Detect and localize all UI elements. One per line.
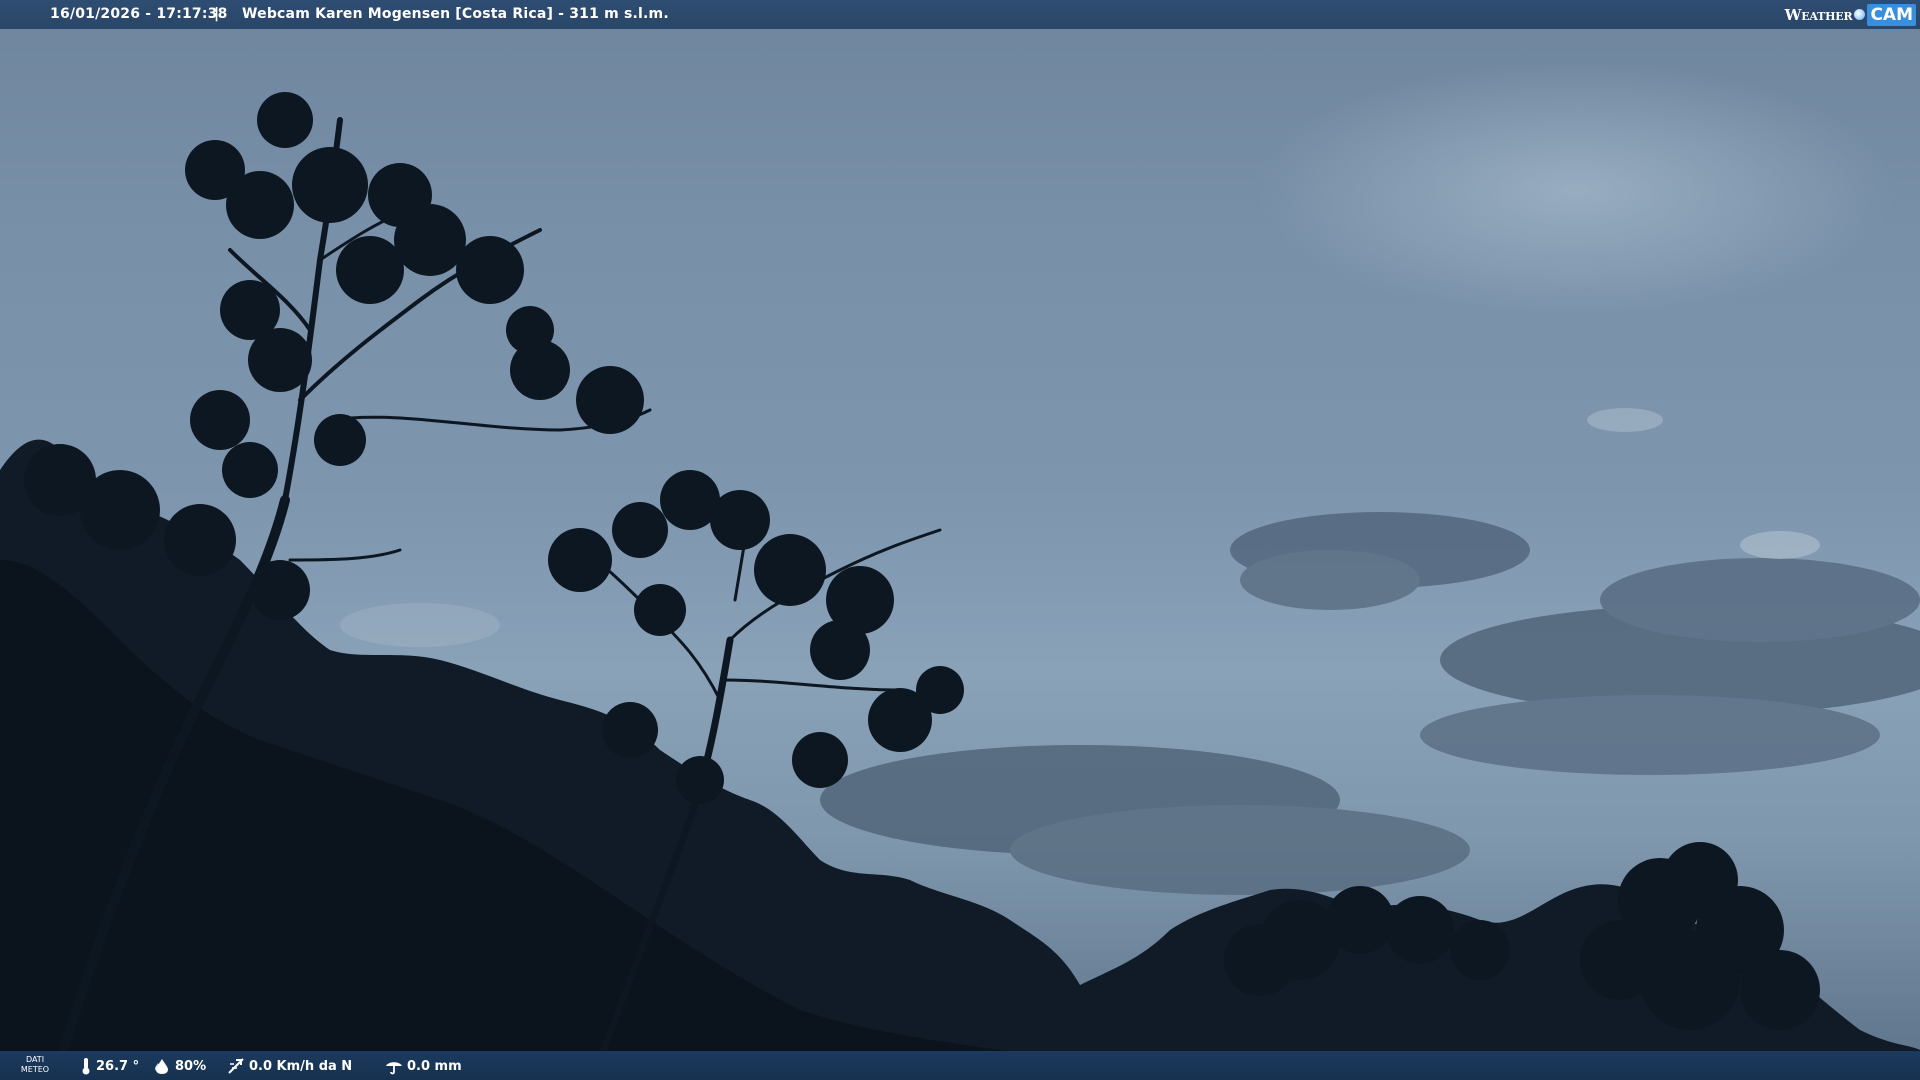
webcam-title: Webcam Karen Mogensen [Costa Rica] - 311… bbox=[242, 6, 669, 22]
cloud bbox=[1010, 805, 1470, 895]
temperature-value: 26.7 ° bbox=[96, 1058, 140, 1074]
wind-readout: 0.0 Km/h da N bbox=[227, 1057, 352, 1075]
cloud bbox=[1240, 550, 1420, 610]
humidity-value: 80% bbox=[175, 1058, 207, 1074]
webcam-frame: 16/01/2026 - 17:17:38 | Webcam Karen Mog… bbox=[0, 0, 1920, 1080]
dati-meteo-label: DATI METEO bbox=[18, 1055, 52, 1075]
weather-data-bar: DATI METEO 26.7 ° 80% 0.0 Km/h da N 0.0 … bbox=[0, 1051, 1920, 1080]
cloud bbox=[340, 603, 500, 647]
temperature-readout: 26.7 ° bbox=[80, 1057, 139, 1075]
weathercam-logo[interactable]: Weather CAM bbox=[1785, 2, 1916, 27]
cloud bbox=[1600, 558, 1920, 642]
rain-readout: 0.0 mm bbox=[385, 1057, 462, 1075]
webcam-scene bbox=[0, 92, 1920, 1080]
rain-value: 0.0 mm bbox=[407, 1058, 462, 1074]
tree-left-foliage bbox=[24, 92, 644, 620]
wind-value: 0.0 Km/h da N bbox=[249, 1058, 353, 1074]
thermometer-icon bbox=[82, 1058, 90, 1075]
logo-cam: CAM bbox=[1867, 3, 1916, 26]
humidity-readout: 80% bbox=[153, 1057, 206, 1075]
dati-label-line1: DATI bbox=[25, 1055, 45, 1064]
logo-word: Weather bbox=[1784, 5, 1853, 24]
humidity-drop-icon bbox=[155, 1059, 168, 1074]
top-info-bar: 16/01/2026 - 17:17:38 | Webcam Karen Mog… bbox=[0, 0, 1920, 29]
rain-gauge-icon bbox=[386, 1062, 402, 1075]
timestamp: 16/01/2026 - 17:17:38 bbox=[50, 6, 228, 22]
globe-icon bbox=[1854, 9, 1866, 20]
dati-label-line2: METEO bbox=[20, 1065, 50, 1074]
cloud bbox=[1587, 408, 1663, 432]
cloud bbox=[1420, 695, 1880, 775]
title-separator: | bbox=[214, 6, 220, 22]
wind-icon bbox=[228, 1058, 244, 1074]
cloud bbox=[1740, 531, 1820, 559]
